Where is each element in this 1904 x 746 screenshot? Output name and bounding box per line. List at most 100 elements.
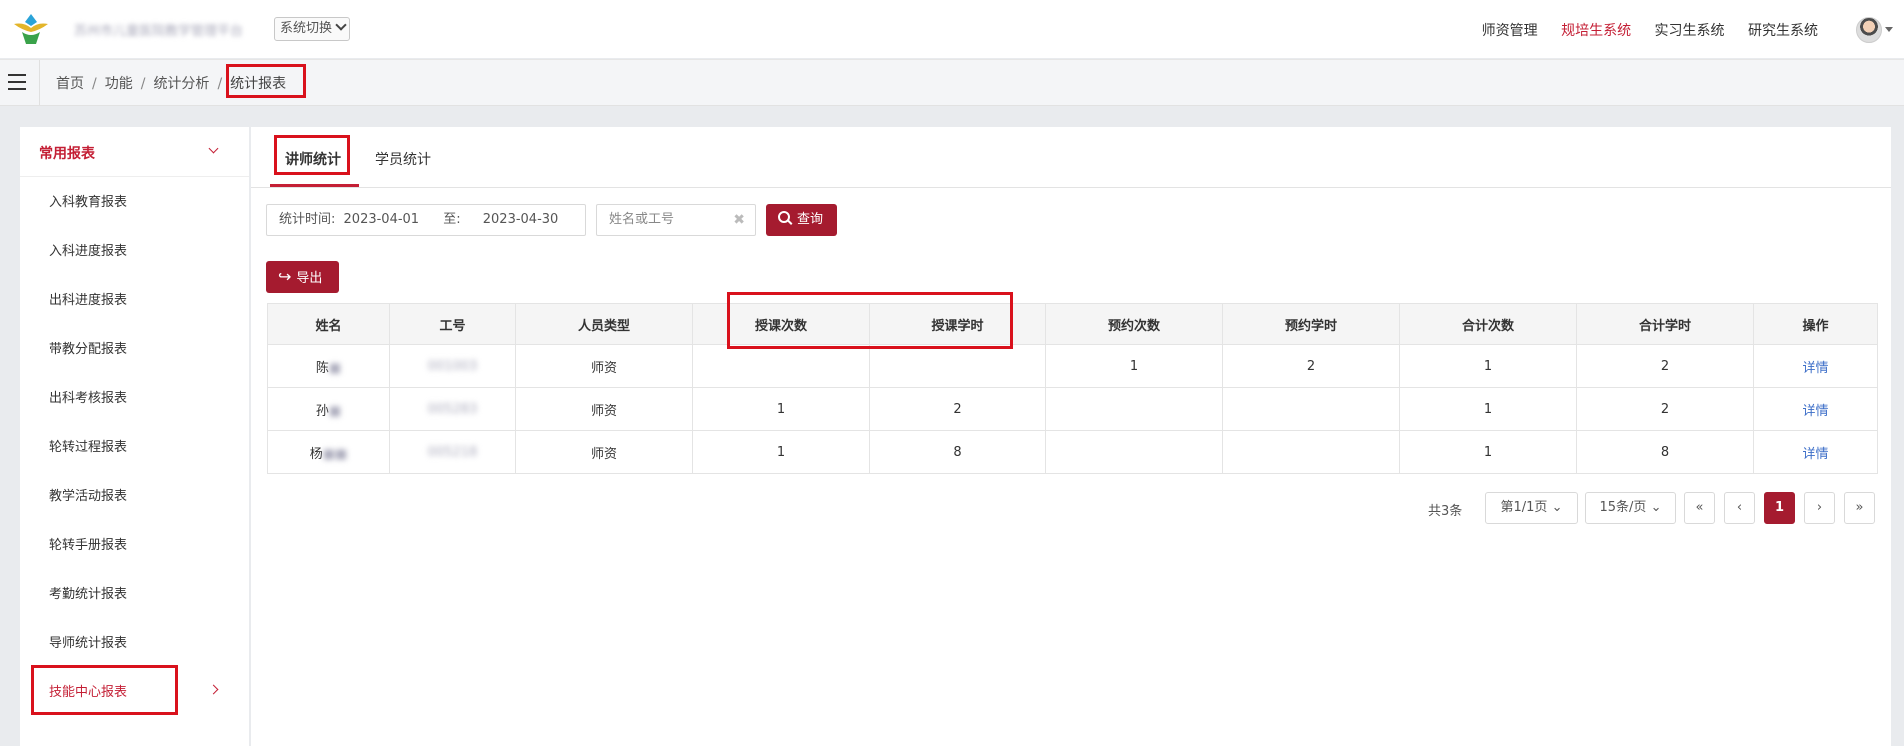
cell-book-count: 1 [1045, 344, 1223, 388]
page-size-label: 15条/页 [1599, 500, 1647, 515]
sidebar-item-exit-progress[interactable]: 出科进度报表 [20, 276, 249, 320]
detail-link[interactable]: 详情 [1802, 447, 1828, 462]
date-to-label: 至: [443, 212, 461, 227]
detail-link[interactable]: 详情 [1802, 361, 1828, 376]
page-select-dropdown[interactable]: 第1/1页 ⌄ [1485, 492, 1578, 524]
sidebar-item-rotation-manual[interactable]: 轮转手册报表 [20, 521, 249, 565]
tab-lecturer-stats[interactable]: 讲师统计 [285, 149, 341, 169]
tab-bar: 讲师统计 学员统计 [251, 127, 1891, 188]
date-range-field[interactable]: 统计时间: 2023-04-01 至: 2023-04-30 [266, 204, 586, 236]
next-page-button[interactable]: › [1804, 492, 1835, 524]
brand-title: 苏州市儿童医院教学管理平台 [74, 24, 244, 39]
sidebar-item-attendance[interactable]: 考勤统计报表 [20, 570, 249, 614]
hamburger-menu-icon[interactable] [8, 74, 26, 90]
cell-staff-id: 005218 [389, 430, 516, 474]
cell-teach-count [692, 344, 870, 388]
clear-icon[interactable]: ✖ [733, 205, 745, 235]
table-row: 杨■■ 005218 师资 1 8 1 8 详情 [267, 430, 1878, 474]
share-arrow-icon: ↪ [278, 267, 292, 286]
cell-person-type: 师资 [515, 430, 693, 474]
sidebar-item-rotation-process[interactable]: 轮转过程报表 [20, 423, 249, 467]
column-header-teach-hours: 授课学时 [869, 303, 1046, 345]
sidebar-item-label: 导师统计报表 [49, 636, 128, 651]
column-header-book-hours: 预约学时 [1222, 303, 1400, 345]
sidebar-item-label: 教学活动报表 [49, 489, 128, 504]
system-switch-dropdown[interactable]: 系统切换 [274, 17, 351, 41]
keyword-search-input[interactable]: 姓名或工号 ✖ [596, 204, 756, 236]
search-icon [778, 211, 790, 223]
breadcrumb-home[interactable]: 首页 [56, 76, 84, 92]
breadcrumb-analysis[interactable]: 统计分析 [153, 76, 209, 92]
cell-teach-hours: 8 [869, 430, 1046, 474]
date-to-value[interactable]: 2023-04-30 [483, 212, 559, 227]
cell-book-hours: 2 [1222, 344, 1400, 388]
breadcrumb-separator: / [92, 76, 97, 92]
query-button[interactable]: 查询 [766, 204, 837, 236]
sidebar-item-label: 带教分配报表 [49, 342, 128, 357]
breadcrumb-bar: 首页 / 功能 / 统计分析 / 统计报表 [0, 59, 1904, 106]
export-button[interactable]: ↪ 导出 [266, 261, 339, 293]
caret-down-icon[interactable] [1885, 27, 1893, 32]
sidebar-item-label: 考勤统计报表 [49, 587, 128, 602]
cell-name: 孙■ [267, 387, 390, 431]
sidebar-item-label: 入科进度报表 [49, 244, 128, 259]
cell-action: 详情 [1753, 430, 1878, 474]
detail-link[interactable]: 详情 [1802, 404, 1828, 419]
chevron-right-icon: › [1816, 500, 1823, 515]
table-header-row: 姓名 工号 人员类型 授课次数 授课学时 预约次数 预约学时 合计次数 合计学时… [267, 303, 1878, 345]
current-page-button[interactable]: 1 [1764, 492, 1795, 524]
date-from-value[interactable]: 2023-04-01 [344, 212, 420, 227]
sidebar-group-label: 常用报表 [39, 146, 95, 162]
breadcrumb-function[interactable]: 功能 [105, 76, 133, 92]
cell-total-hours: 2 [1576, 387, 1754, 431]
cell-total-count: 1 [1399, 344, 1577, 388]
last-page-button[interactable]: » [1844, 492, 1875, 524]
nav-resident-system[interactable]: 规培生系统 [1561, 23, 1631, 39]
sidebar-item-teaching-activity[interactable]: 教学活动报表 [20, 472, 249, 516]
tab-student-stats[interactable]: 学员统计 [375, 149, 431, 169]
system-switch-label: 系统切换 [280, 21, 333, 36]
cell-book-count [1045, 430, 1223, 474]
active-tab-indicator [270, 184, 359, 187]
prev-page-button[interactable]: ‹ [1724, 492, 1755, 524]
sidebar-item-entry-education[interactable]: 入科教育报表 [20, 178, 249, 222]
cell-teach-count: 1 [692, 430, 870, 474]
sidebar-item-entry-progress[interactable]: 入科进度报表 [20, 227, 249, 271]
nav-intern-system[interactable]: 实习生系统 [1655, 23, 1725, 39]
current-page-number: 1 [1774, 500, 1785, 515]
chevron-down-icon: ⌄ [1551, 500, 1563, 515]
column-header-person-type: 人员类型 [515, 303, 693, 345]
cell-book-hours [1222, 387, 1400, 431]
cell-book-hours [1222, 430, 1400, 474]
chevron-left-icon: ‹ [1736, 500, 1743, 515]
sidebar-item-label: 轮转过程报表 [49, 440, 128, 455]
nav-teacher-management[interactable]: 师资管理 [1482, 23, 1538, 39]
cell-teach-count: 1 [692, 387, 870, 431]
sidebar-item-exit-assessment[interactable]: 出科考核报表 [20, 374, 249, 418]
chevron-down-icon [208, 143, 219, 154]
column-header-staff-id: 工号 [389, 303, 516, 345]
cell-staff-id: 001003 [389, 344, 516, 388]
double-chevron-right-icon: » [1855, 500, 1864, 515]
sidebar-item-teaching-assignment[interactable]: 带教分配报表 [20, 325, 249, 369]
page-size-dropdown[interactable]: 15条/页 ⌄ [1585, 492, 1676, 524]
cell-person-type: 师资 [515, 344, 693, 388]
sidebar-item-mentor[interactable]: 导师统计报表 [20, 619, 249, 663]
top-nav: 师资管理 规培生系统 实习生系统 研究生系统 [1463, 20, 1818, 40]
cell-book-count [1045, 387, 1223, 431]
sidebar-item-label: 轮转手册报表 [49, 538, 128, 553]
top-bar: 苏州市儿童医院教学管理平台 系统切换 师资管理 规培生系统 实习生系统 研究生系… [0, 0, 1904, 58]
cell-action: 详情 [1753, 387, 1878, 431]
double-chevron-left-icon: « [1695, 500, 1704, 515]
sidebar: 常用报表 入科教育报表 入科进度报表 出科进度报表 带教分配报表 出科考核报表 … [20, 127, 249, 746]
nav-graduate-system[interactable]: 研究生系统 [1748, 23, 1818, 39]
first-page-button[interactable]: « [1684, 492, 1715, 524]
sidebar-item-label: 技能中心报表 [49, 685, 128, 700]
cell-staff-id: 005283 [389, 387, 516, 431]
column-header-total-count: 合计次数 [1399, 303, 1577, 345]
column-header-action: 操作 [1753, 303, 1878, 345]
user-avatar[interactable] [1856, 17, 1882, 43]
sidebar-item-skill-center[interactable]: 技能中心报表 [20, 668, 249, 712]
cell-action: 详情 [1753, 344, 1878, 388]
sidebar-group-common-reports[interactable]: 常用报表 [20, 127, 249, 177]
